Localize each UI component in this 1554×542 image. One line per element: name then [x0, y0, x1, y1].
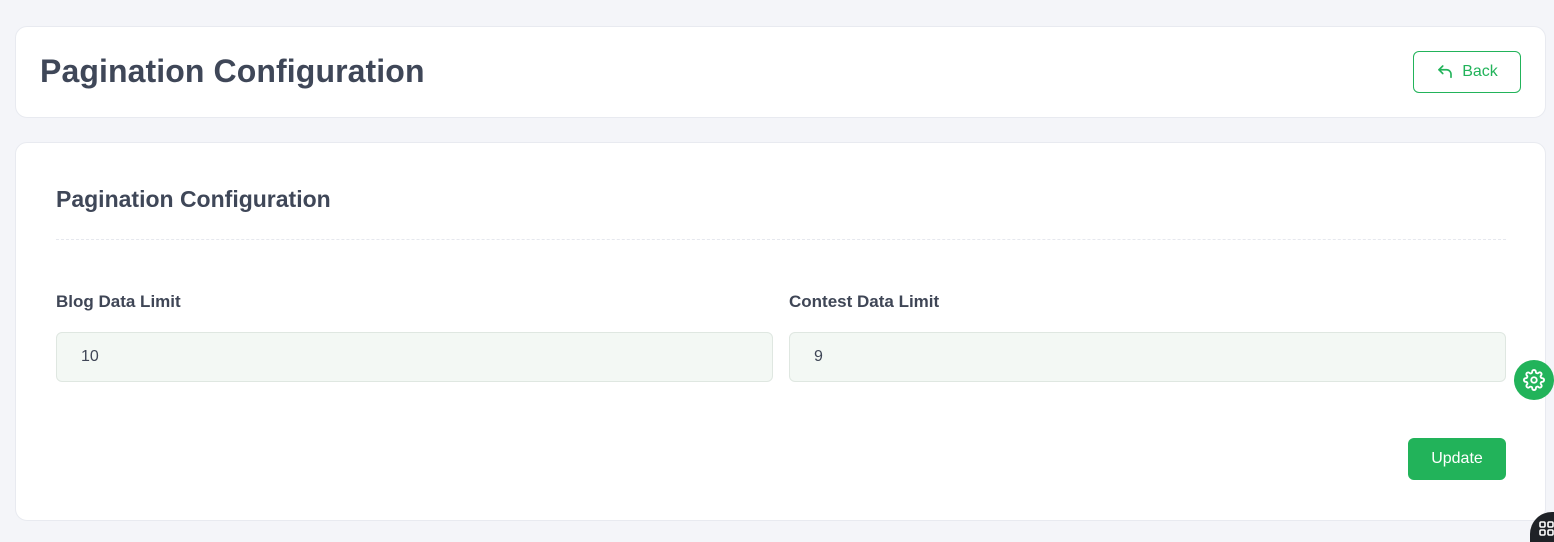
grid-icon	[1539, 521, 1554, 536]
back-button-label: Back	[1462, 63, 1498, 80]
blog-data-limit-label: Blog Data Limit	[56, 292, 181, 311]
settings-button[interactable]	[1514, 360, 1554, 400]
pagination-config-form: Pagination Configuration Blog Data Limit…	[15, 142, 1546, 521]
page-title: Pagination Configuration	[40, 53, 425, 89]
contest-data-limit-label: Contest Data Limit	[789, 292, 940, 311]
back-button[interactable]: Back	[1413, 51, 1521, 93]
section-title: Pagination Configuration	[56, 186, 331, 212]
gear-icon	[1523, 369, 1545, 391]
update-button[interactable]: Update	[1408, 438, 1506, 480]
section-divider	[56, 239, 1506, 240]
blog-data-limit-input[interactable]	[56, 332, 773, 382]
contest-data-limit-input[interactable]	[789, 332, 1506, 382]
back-arrow-icon	[1438, 65, 1453, 79]
page-header: Pagination Configuration Back	[15, 26, 1546, 118]
page: Pagination Configuration Back Pagination…	[0, 0, 1554, 542]
